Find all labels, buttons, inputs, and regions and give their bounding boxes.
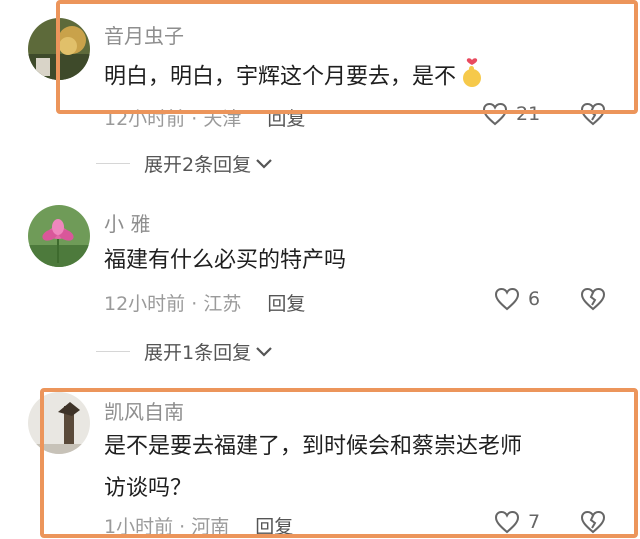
divider [96, 351, 130, 352]
expand-replies-button[interactable]: 展开1条回复 [96, 338, 273, 365]
heart-outline-icon [494, 287, 520, 311]
reply-button[interactable]: 回复 [267, 293, 305, 315]
like-count: 6 [528, 288, 541, 310]
comment-username[interactable]: 小 雅 [104, 208, 150, 237]
comment-meta: 12小时前 · 江苏 回复 [104, 293, 306, 315]
avatar[interactable] [28, 205, 90, 267]
dislike-button[interactable] [580, 287, 606, 315]
highlight-box [56, 0, 638, 114]
highlight-box [40, 388, 638, 538]
broken-heart-icon [580, 287, 606, 311]
like-button[interactable]: 6 [494, 287, 540, 311]
chevron-down-icon [256, 346, 272, 357]
divider [96, 163, 130, 164]
chevron-down-icon [256, 158, 272, 169]
comment-text: 福建有什么必买的特产吗 [104, 248, 347, 273]
expand-replies-button[interactable]: 展开2条回复 [96, 150, 273, 177]
